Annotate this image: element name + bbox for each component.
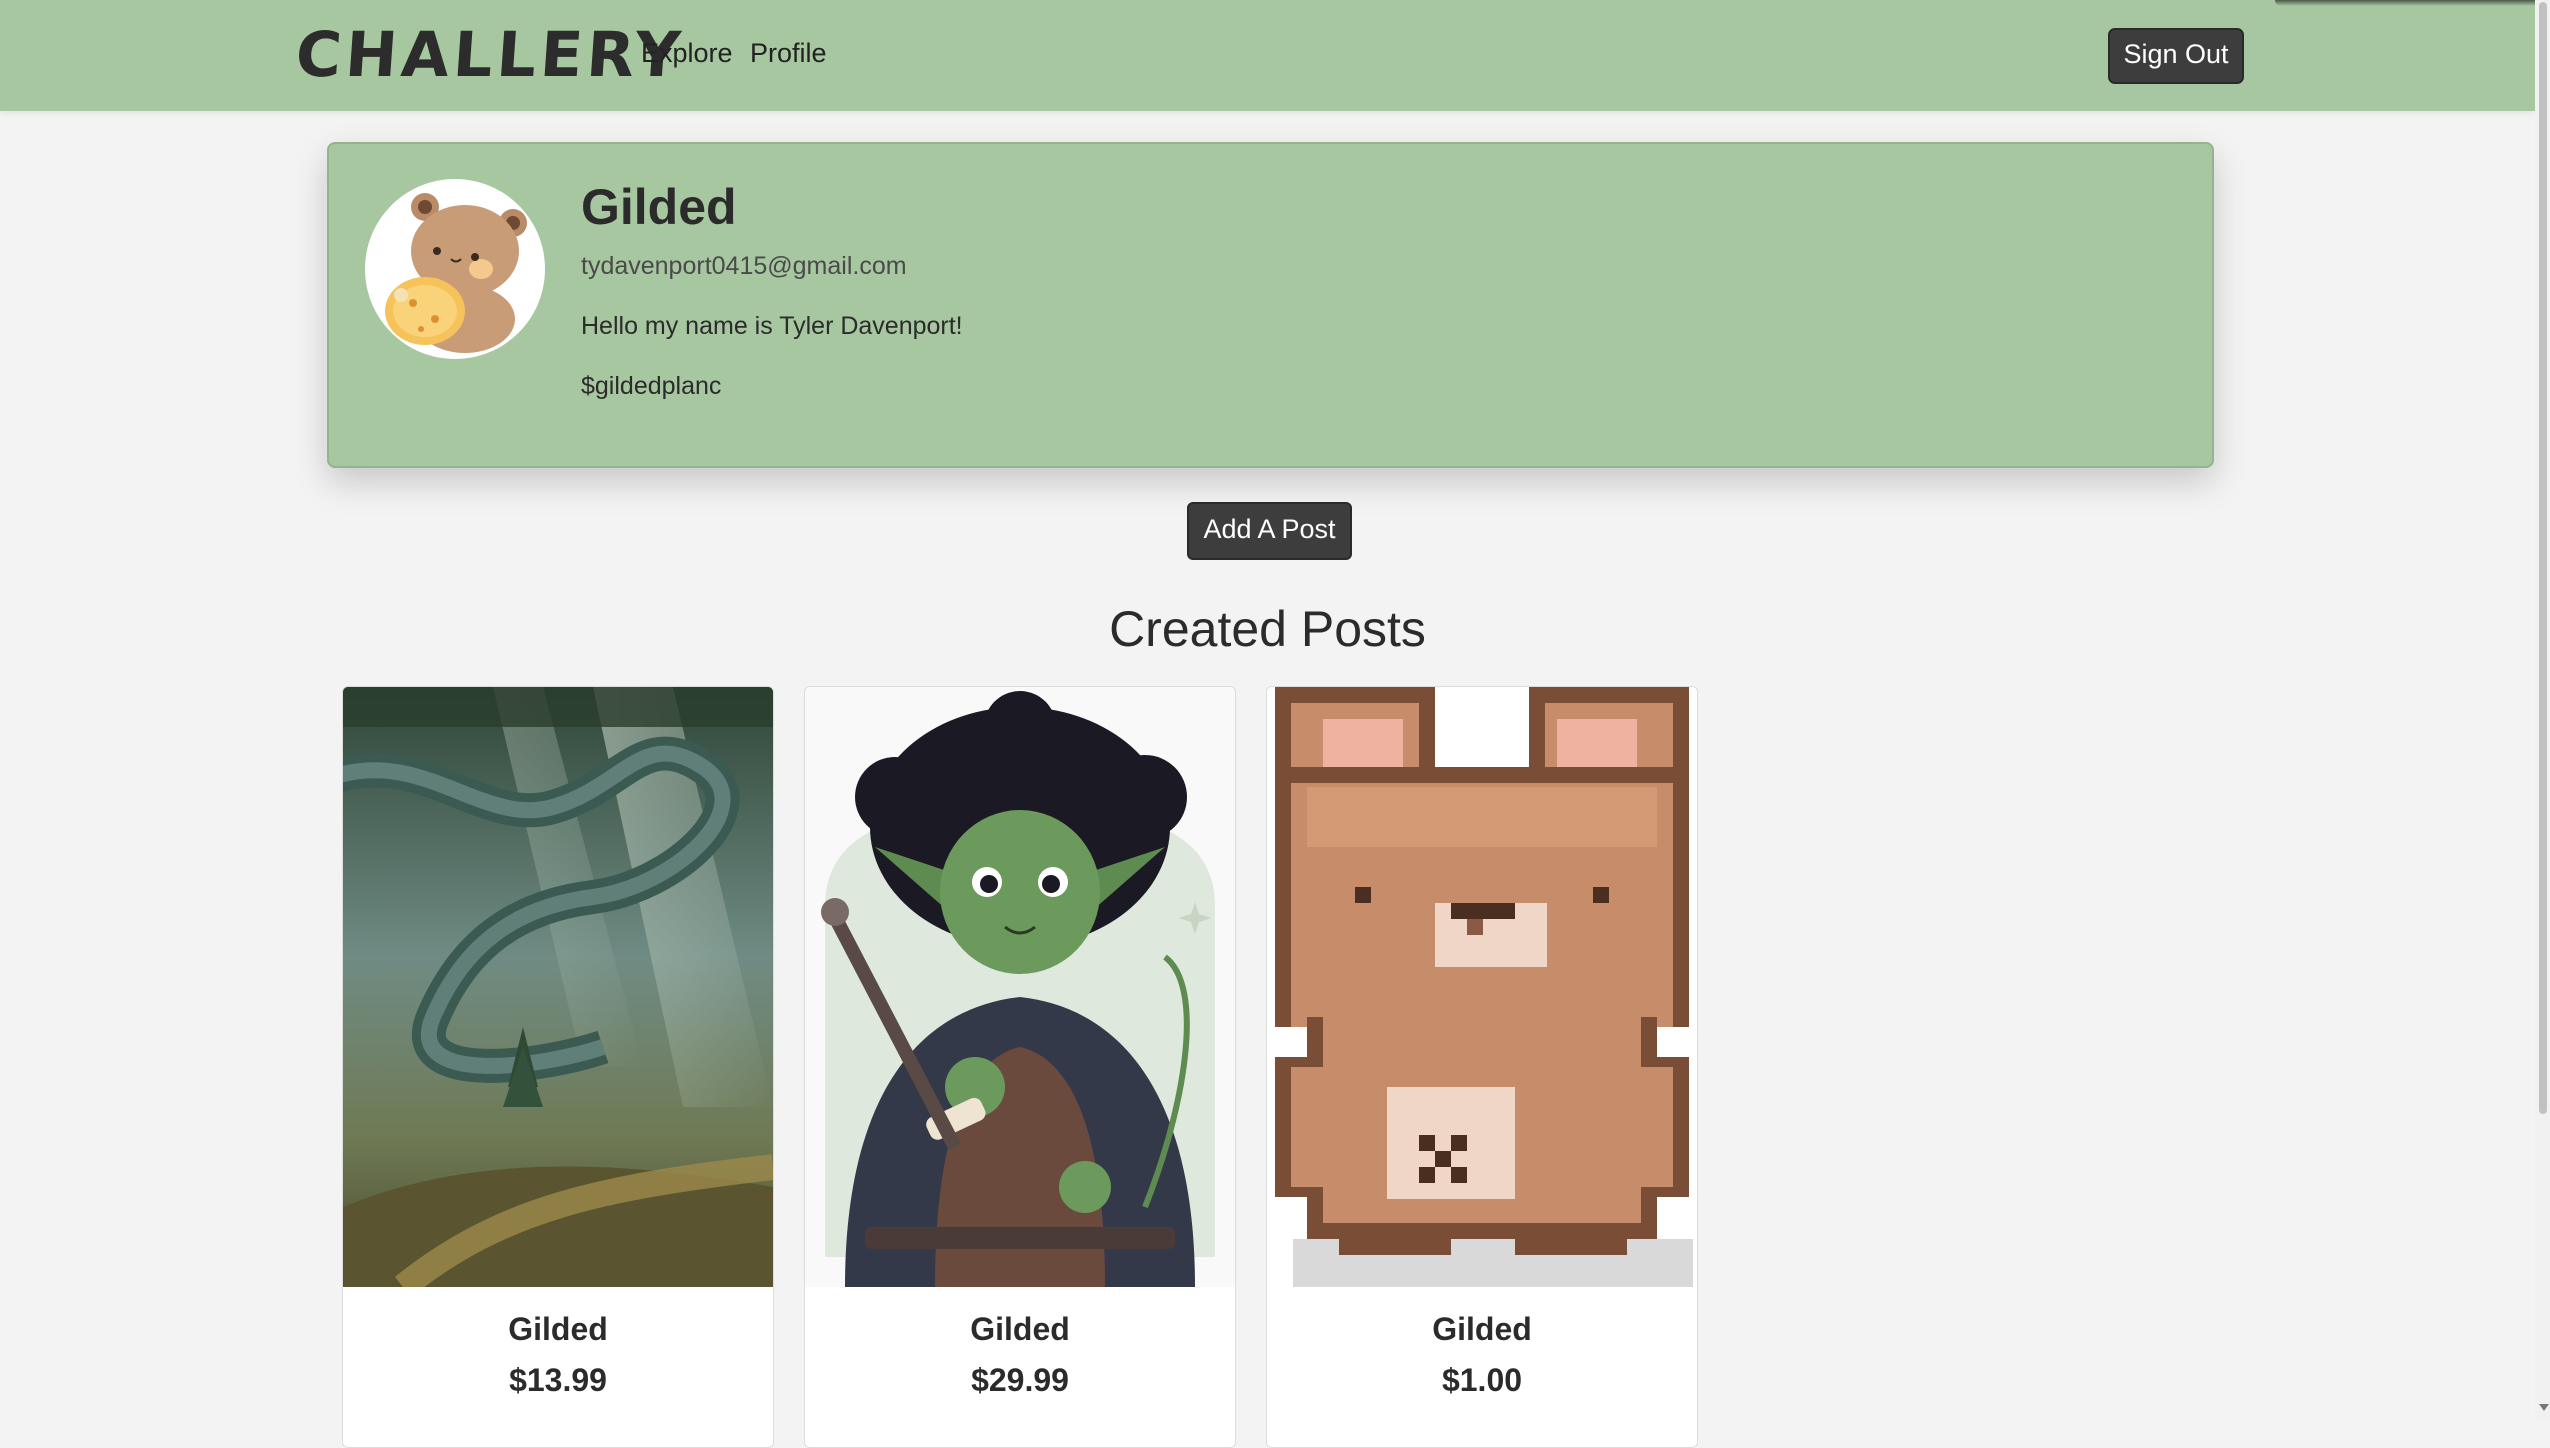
goblin-rogue-illustration[interactable] (805, 687, 1235, 1287)
navbar: CHALLERY Explore Profile Sign Out (0, 0, 2535, 111)
avatar (365, 179, 545, 359)
profile-name: Gilded (581, 179, 737, 235)
post-card[interactable]: Gilded $13.99 (342, 686, 774, 1448)
nav-link-explore[interactable]: Explore (641, 38, 733, 69)
scroll-down-arrow-icon[interactable] (2539, 1404, 2549, 1411)
profile-cashtag: $gildedplanc (581, 372, 722, 400)
profile-email: tydavenport0415@gmail.com (581, 252, 907, 280)
sign-out-button[interactable]: Sign Out (2108, 28, 2244, 84)
post-card[interactable]: Gilded $1.00 (1266, 686, 1698, 1448)
post-title: Gilded (1432, 1311, 1532, 1347)
profile-card: Gilded tydavenport0415@gmail.com Hello m… (327, 142, 2214, 468)
window-edge-shadow (2275, 0, 2535, 6)
post-title: Gilded (970, 1311, 1070, 1347)
post-price: $13.99 (509, 1362, 607, 1398)
bear-eating-cookie-icon (365, 179, 545, 359)
profile-bio: Hello my name is Tyler Davenport! (581, 312, 963, 340)
add-post-button[interactable]: Add A Post (1187, 502, 1352, 560)
scrollbar-thumb[interactable] (2539, 2, 2547, 1114)
forest-painting-image[interactable] (343, 687, 773, 1287)
post-title: Gilded (508, 1311, 608, 1347)
post-card[interactable]: Gilded $29.99 (804, 686, 1236, 1448)
brand-logo[interactable]: CHALLERY (293, 18, 686, 91)
post-price: $1.00 (1441, 1362, 1523, 1398)
post-price: $29.99 (971, 1362, 1069, 1398)
pixel-bear-image[interactable] (1267, 687, 1697, 1287)
created-posts-heading: Created Posts (1109, 601, 1426, 657)
nav-link-profile[interactable]: Profile (750, 38, 827, 69)
